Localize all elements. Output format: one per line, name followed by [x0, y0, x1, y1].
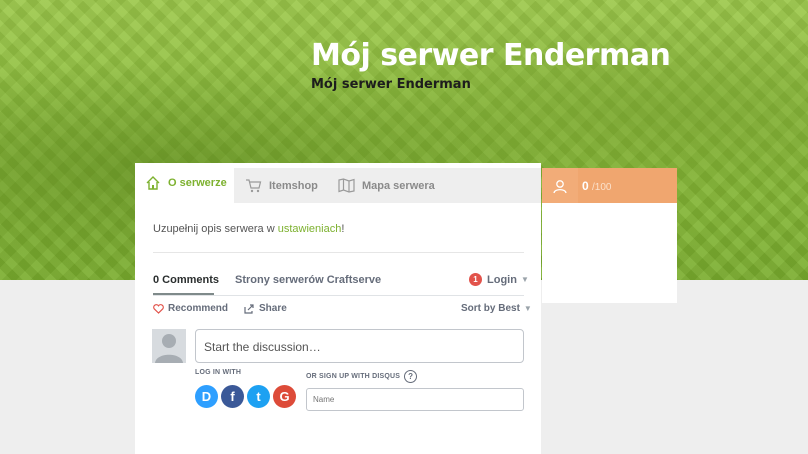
tab-label: Mapa serwera	[362, 179, 435, 192]
notification-badge: 1	[469, 273, 482, 286]
facebook-login-icon[interactable]: f	[221, 385, 244, 408]
divider	[153, 295, 524, 296]
divider	[153, 252, 524, 253]
avatar	[152, 329, 186, 363]
tab-label: O serwerze	[168, 177, 227, 189]
tab-itemshop[interactable]: Itemshop	[245, 168, 318, 203]
login-dropdown[interactable]: 1 Login ▼	[469, 273, 529, 286]
heart-icon	[153, 303, 164, 314]
twitter-login-icon[interactable]: t	[247, 385, 270, 408]
comments-tab[interactable]: 0 Comments	[153, 274, 219, 286]
share-button[interactable]: Share	[244, 303, 287, 314]
players-count: 0 /100	[582, 179, 612, 193]
server-title: Mój serwer Enderman	[311, 38, 671, 73]
share-icon	[244, 303, 254, 314]
signup-label: OR SIGN UP WITH DISQUS ?	[306, 370, 418, 383]
recommend-button[interactable]: Recommend	[153, 303, 228, 314]
players-icon-box	[542, 168, 578, 203]
community-link[interactable]: Strony serwerów Craftserve	[235, 274, 381, 286]
chevron-down-icon: ▼	[523, 304, 532, 313]
map-icon	[338, 178, 355, 193]
comment-input[interactable]: Start the discussion…	[195, 329, 524, 363]
players-bar: 0 /100	[542, 168, 677, 203]
tab-label: Itemshop	[269, 179, 318, 192]
chevron-down-icon: ▼	[520, 275, 529, 284]
tab-bar: O serwerze Itemshop Mapa serwera	[135, 163, 541, 203]
login-with-label: LOG IN WITH	[195, 369, 242, 376]
settings-link[interactable]: ustawieniach	[278, 223, 342, 235]
help-icon[interactable]: ?	[404, 370, 418, 383]
players-icon	[553, 179, 567, 193]
login-label: Login	[487, 273, 517, 286]
google-login-icon[interactable]: G	[273, 385, 296, 408]
user-silhouette-icon	[155, 334, 183, 363]
disqus-login-icon[interactable]: D	[195, 385, 218, 408]
tab-about[interactable]: O serwerze	[135, 163, 234, 203]
players-max: /100	[592, 182, 612, 193]
name-field[interactable]	[306, 388, 524, 411]
cart-icon	[246, 179, 262, 193]
sort-dropdown[interactable]: Sort by Best ▼	[461, 303, 532, 314]
server-subtitle: Mój serwer Enderman	[311, 77, 471, 92]
tab-map[interactable]: Mapa serwera	[338, 168, 435, 203]
server-description: Uzupełnij opis serwera w ustawieniach!	[153, 223, 345, 235]
home-icon	[146, 176, 160, 190]
